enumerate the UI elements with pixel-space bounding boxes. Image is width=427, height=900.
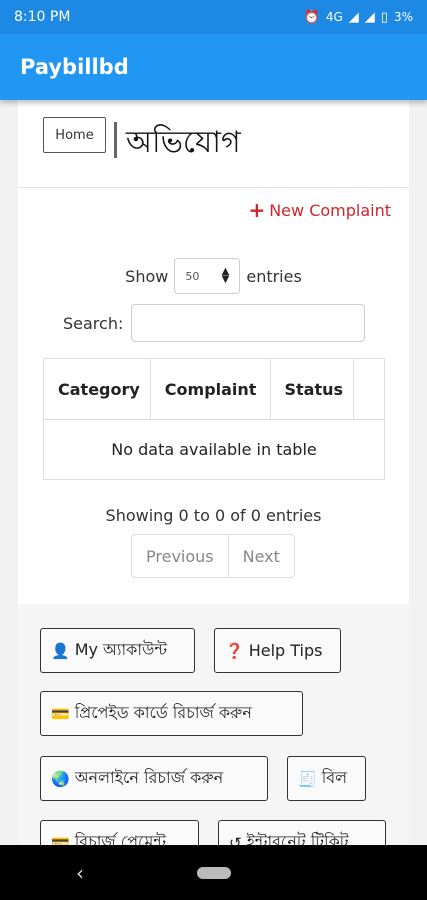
new-complaint-link[interactable]: + New Complaint xyxy=(248,200,391,220)
page-title: অভিযোগ xyxy=(126,125,241,160)
table-header-row: Category Complaint Status xyxy=(43,358,385,420)
signal-icon: ◢ xyxy=(348,9,359,25)
main-content: Home অভিযোগ + New Complaint Show 50 ▲ ▼ e… xyxy=(18,100,409,845)
bill-button[interactable]: 🧾 বিল xyxy=(287,756,366,801)
history-icon: ↺ xyxy=(229,833,242,846)
column-complaint[interactable]: Complaint xyxy=(149,358,271,420)
app-bar: Paybillbd xyxy=(0,34,427,100)
entries-value: 50 xyxy=(185,269,200,283)
search-input[interactable] xyxy=(131,304,366,342)
card-icon: 💳 xyxy=(51,833,70,846)
page-header: Home অভিযোগ xyxy=(18,100,409,188)
network-label: 4G xyxy=(325,10,343,24)
column-status[interactable]: Status xyxy=(269,358,355,420)
table-info: Showing 0 to 0 of 0 entries xyxy=(105,506,322,525)
help-tips-label: Help Tips xyxy=(248,641,323,660)
user-icon: 👤 xyxy=(51,641,70,660)
pagination: Previous Next xyxy=(131,534,295,578)
breadcrumb-divider xyxy=(114,122,117,158)
invoice-icon: 🧾 xyxy=(298,769,317,788)
table-row: No data available in table xyxy=(43,419,385,480)
battery-percent: 3% xyxy=(393,10,413,24)
recharge-payment-label: রিচার্জ পেমেন্ট xyxy=(74,832,166,845)
question-circle-icon: ❓ xyxy=(225,641,244,660)
my-account-label: My অ্যাকাউন্ট xyxy=(74,640,168,659)
online-recharge-label: অনলাইনে রিচার্জ করুন xyxy=(74,768,224,787)
prepaid-recharge-button[interactable]: 💳 প্রিপেইড কার্ডে রিচার্জ করুন xyxy=(40,691,303,736)
search-row: Search: xyxy=(63,304,366,342)
credit-card-icon: 💳 xyxy=(51,704,70,723)
status-bar: 8:10 PM ⏰ 4G ◢ ◢ ▯ 3% xyxy=(0,0,427,34)
complaints-table: Category Complaint Status No data availa… xyxy=(43,358,385,480)
bill-label: বিল xyxy=(321,768,348,787)
select-arrows-icon: ▲ ▼ xyxy=(221,266,230,285)
home-pill-icon[interactable] xyxy=(197,867,231,879)
quick-links-panel: 👤 My অ্যাকাউন্ট ❓ Help Tips 💳 প্রিপেইড ক… xyxy=(18,604,409,845)
home-button[interactable]: Home xyxy=(43,117,106,153)
empty-table-message: No data available in table xyxy=(43,419,385,480)
entries-label: entries xyxy=(246,266,302,286)
plus-icon: + xyxy=(248,198,266,222)
previous-button[interactable]: Previous xyxy=(132,535,228,577)
alarm-icon: ⏰ xyxy=(303,9,320,25)
show-label: Show xyxy=(125,266,169,286)
battery-icon: ▯ xyxy=(380,9,388,25)
prepaid-recharge-label: প্রিপেইড কার্ডে রিচার্জ করুন xyxy=(74,703,252,722)
column-category[interactable]: Category xyxy=(43,358,151,420)
column-extra[interactable] xyxy=(353,358,385,420)
back-icon[interactable]: ‹ xyxy=(76,861,84,885)
system-navigation-bar: ‹ xyxy=(0,845,427,900)
show-entries-row: Show 50 ▲ ▼ entries xyxy=(18,258,409,294)
search-label: Search: xyxy=(63,313,124,333)
signal-icon-2: ◢ xyxy=(364,9,375,25)
internet-ticket-button[interactable]: ↺ ইন্টারনেট টিকিট xyxy=(218,820,386,845)
online-recharge-button[interactable]: 🌏 অনলাইনে রিচার্জ করুন xyxy=(40,756,268,801)
help-tips-button[interactable]: ❓ Help Tips xyxy=(214,628,341,673)
app-title: Paybillbd xyxy=(20,55,129,79)
internet-ticket-label: ইন্টারনেট টিকিট xyxy=(246,832,349,845)
new-complaint-label: New Complaint xyxy=(269,200,391,220)
my-account-button[interactable]: 👤 My অ্যাকাউন্ট xyxy=(40,628,195,673)
globe-icon: 🌏 xyxy=(51,769,70,788)
status-icons: ⏰ 4G ◢ ◢ ▯ 3% xyxy=(304,10,413,25)
next-button[interactable]: Next xyxy=(227,535,294,577)
recharge-payment-button[interactable]: 💳 রিচার্জ পেমেন্ট xyxy=(40,820,199,845)
entries-select[interactable]: 50 ▲ ▼ xyxy=(174,258,241,294)
status-time: 8:10 PM xyxy=(14,9,71,25)
